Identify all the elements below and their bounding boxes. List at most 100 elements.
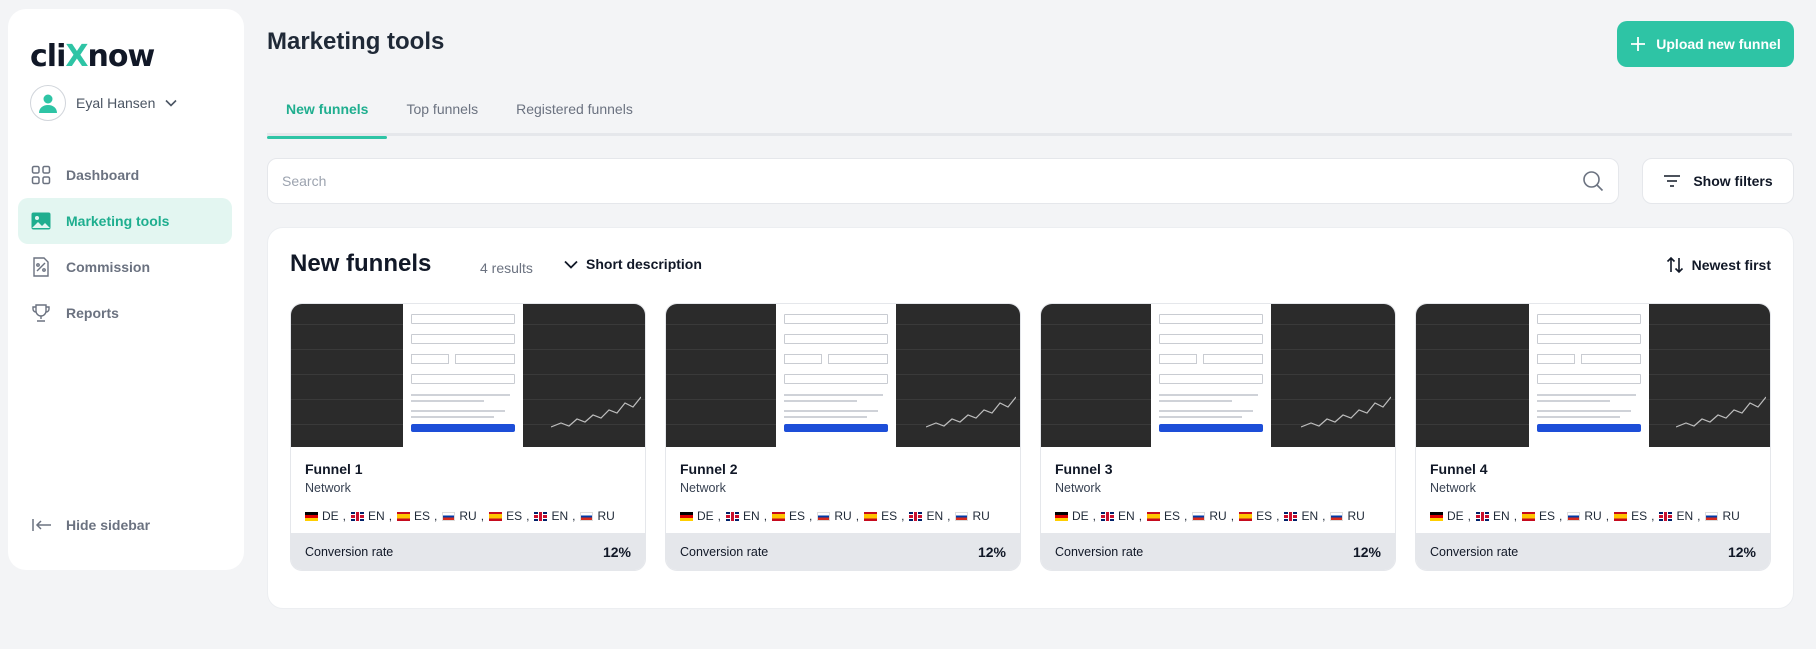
language-item: EN, [1284,509,1325,523]
funnel-languages: DE, EN, ES, RU, ES, EN, RU [1430,509,1756,523]
conversion-rate-value: 12% [602,543,631,560]
language-item: EN, [534,509,575,523]
flag-ru-icon [1192,511,1206,521]
flag-es-icon [1522,511,1536,521]
funnel-name: Funnel 3 [1055,461,1113,477]
sidebar-item-reports[interactable]: Reports [18,290,232,336]
sidebar-item-label: Marketing tools [66,213,170,229]
language-item: ES, [772,509,812,523]
hide-sidebar-label: Hide sidebar [66,517,151,533]
results-count: 4 results [480,260,533,276]
sidebar-nav: Dashboard Marketing tools Commission Rep… [18,152,232,336]
sort-icon [1666,256,1683,274]
flag-es-icon [1147,511,1161,521]
language-item: DE, [1430,509,1471,523]
tab-registered-funnels[interactable]: Registered funnels [497,96,652,136]
tab-top-funnels[interactable]: Top funnels [387,96,497,136]
conversion-rate-row: Conversion rate 12% [666,533,1020,570]
funnel-card[interactable]: Funnel 4 Network DE, EN, ES, RU, ES, EN,… [1415,303,1771,571]
search-input[interactable] [282,173,1582,189]
funnel-preview-image [1041,304,1395,447]
funnel-languages: DE, EN, ES, RU, ES, EN, RU [305,509,631,523]
conversion-rate-value: 12% [977,543,1006,560]
signup-form-preview [1151,304,1271,447]
language-item: RU [1705,509,1743,523]
funnel-tabs: New funnels Top funnels Registered funne… [267,96,1792,139]
funnel-card[interactable]: Funnel 2 Network DE, EN, ES, RU, ES, EN,… [665,303,1021,571]
chevron-down-icon [564,260,578,269]
flag-de-icon [1055,511,1068,521]
grid-icon [30,164,52,186]
sidebar-item-marketing-tools[interactable]: Marketing tools [18,198,232,244]
sidebar-item-label: Reports [66,305,119,321]
language-item: EN, [1659,509,1700,523]
show-filters-button[interactable]: Show filters [1642,158,1794,204]
trophy-icon [30,302,52,324]
funnel-languages: DE, EN, ES, RU, ES, EN, RU [680,509,1006,523]
filter-icon [1664,175,1681,187]
panel-title: New funnels [290,250,432,277]
flag-en-icon [1101,511,1115,521]
language-item: DE, [1055,509,1096,523]
plus-icon [1631,37,1646,51]
chart-line-icon [551,396,641,428]
language-item: EN, [909,509,950,523]
language-item: RU [580,509,618,523]
show-filters-label: Show filters [1693,173,1773,189]
funnel-card[interactable]: Funnel 3 Network DE, EN, ES, RU, ES, EN,… [1040,303,1396,571]
flag-ru-icon [442,511,456,521]
sidebar-item-label: Commission [66,259,151,275]
user-icon [39,94,57,113]
short-description-toggle[interactable]: Short description [564,256,702,272]
flag-en-icon [1476,511,1490,521]
language-item: RU, [1192,509,1234,523]
conversion-rate-value: 12% [1727,543,1756,560]
clixnow-logo[interactable]: cliXnow [30,39,155,74]
search-box [267,158,1619,204]
user-menu[interactable]: Eyal Hansen [30,85,177,121]
sort-dropdown[interactable]: Newest first [1666,256,1771,274]
flag-ru-icon [955,511,969,521]
language-item: ES, [397,509,437,523]
funnel-card[interactable]: Funnel 1 Network DE, EN, ES, RU, ES, EN,… [290,303,646,571]
signup-form-preview [1529,304,1649,447]
flag-ru-icon [1330,511,1344,521]
funnels-panel: New funnels 4 results Short description … [267,227,1794,609]
sort-label: Newest first [1691,257,1771,273]
sidebar-item-dashboard[interactable]: Dashboard [18,152,232,198]
collapse-icon [32,519,51,531]
language-item: RU [1330,509,1368,523]
chart-line-icon [1301,396,1391,428]
language-item: EN, [351,509,392,523]
flag-en-icon [909,511,923,521]
chart-line-icon [1676,396,1766,428]
language-item: RU [955,509,993,523]
language-item: ES, [1614,509,1654,523]
flag-en-icon [351,511,365,521]
language-item: ES, [489,509,529,523]
flag-ru-icon [1567,511,1581,521]
flag-en-icon [726,511,740,521]
funnel-type: Network [1430,481,1476,495]
language-item: EN, [1101,509,1142,523]
flag-es-icon [864,511,878,521]
conversion-rate-label: Conversion rate [305,544,394,559]
funnel-type: Network [680,481,726,495]
signup-form-preview [403,304,523,447]
upload-new-funnel-button[interactable]: Upload new funnel [1617,21,1794,67]
flag-es-icon [397,511,411,521]
chevron-down-icon [165,99,177,107]
tab-new-funnels[interactable]: New funnels [267,96,388,139]
funnel-preview-image [291,304,645,447]
funnel-preview-image [1416,304,1770,447]
search-icon[interactable] [1582,170,1604,192]
language-item: RU, [817,509,859,523]
hide-sidebar-button[interactable]: Hide sidebar [32,517,150,533]
flag-ru-icon [817,511,831,521]
avatar [30,85,66,121]
funnel-name: Funnel 4 [1430,461,1488,477]
funnel-name: Funnel 2 [680,461,738,477]
language-item: EN, [726,509,767,523]
flag-en-icon [1284,511,1298,521]
sidebar-item-commission[interactable]: Commission [18,244,232,290]
